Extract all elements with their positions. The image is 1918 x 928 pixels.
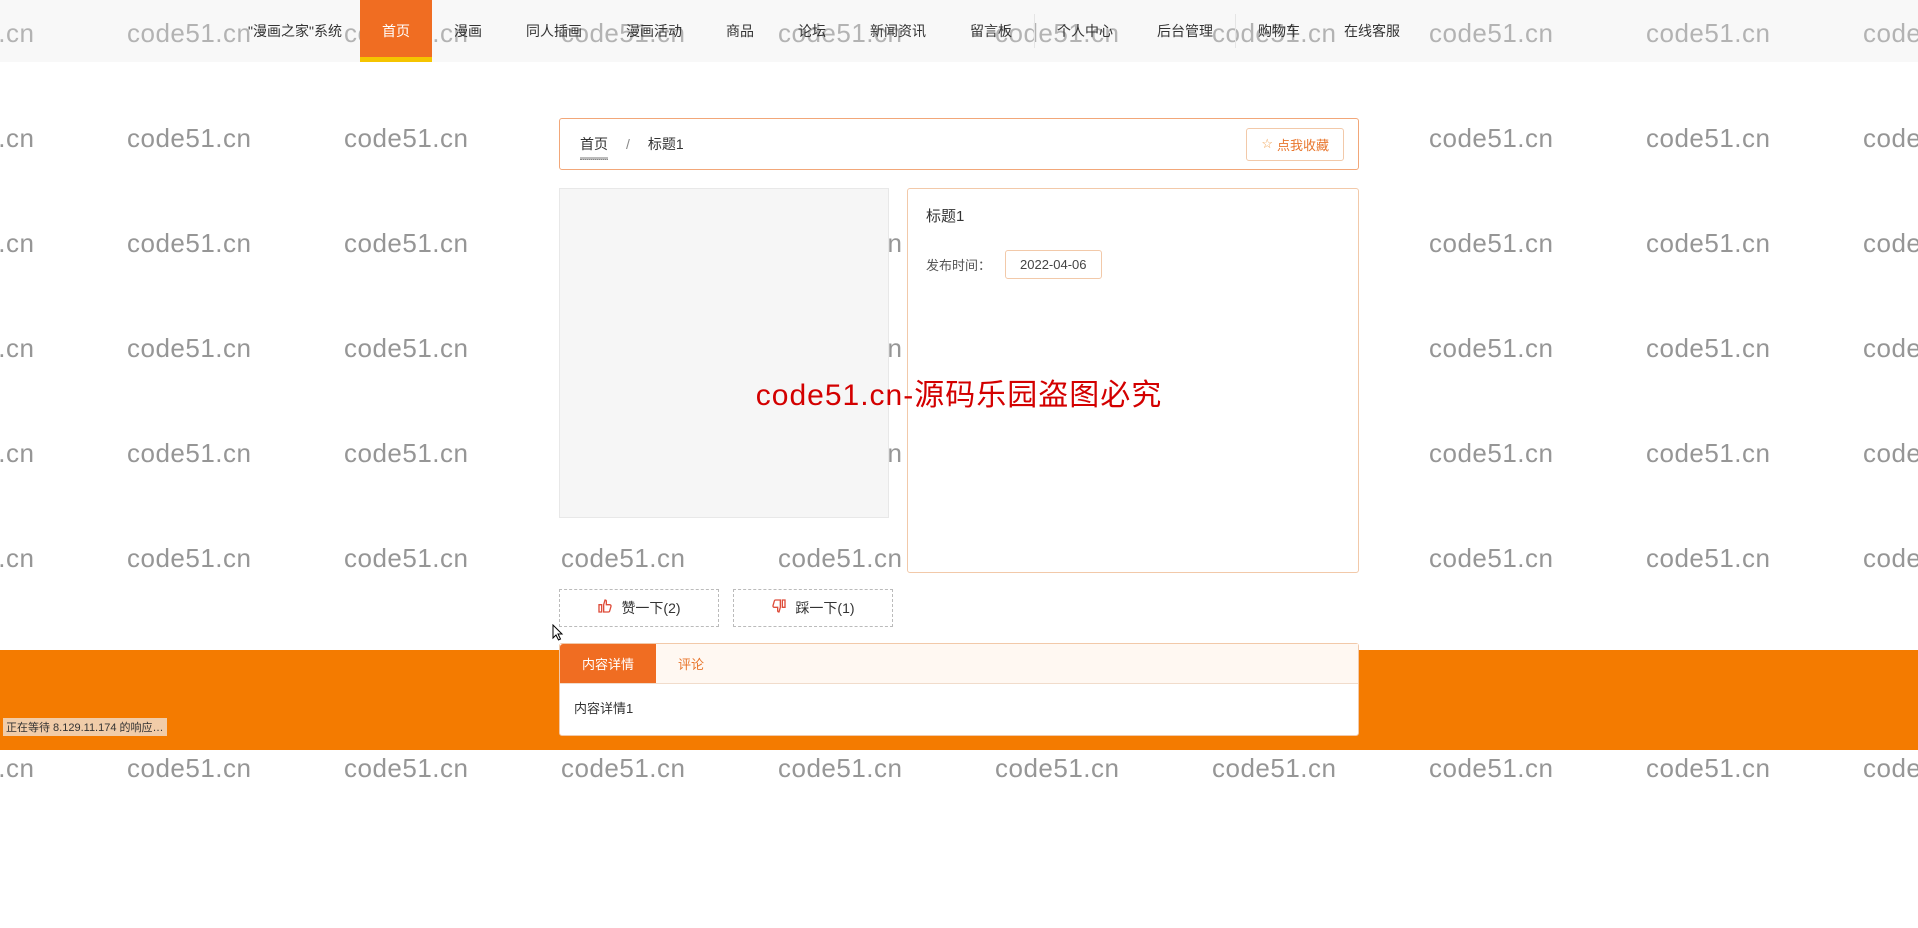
watermark-text: code51.cn <box>1646 333 1770 364</box>
watermark-text: code51.cn <box>344 438 468 469</box>
watermark-text: code51.cn <box>0 123 34 154</box>
watermark-text: code51.cn <box>0 438 34 469</box>
tab-content-detail[interactable]: 内容详情 <box>560 644 656 683</box>
watermark-text: code51.cn <box>127 123 251 154</box>
dislike-button[interactable]: 踩一下(1) <box>733 589 893 627</box>
nav-item-1[interactable]: 漫画 <box>432 0 504 62</box>
watermark-text: code51.cn <box>344 123 468 154</box>
watermark-text: code51.cn <box>0 543 34 574</box>
reaction-row: 赞一下(2) 踩一下(1) <box>559 589 1359 627</box>
cover-image-placeholder <box>559 188 889 518</box>
watermark-text: code51.cn <box>344 333 468 364</box>
watermark-text: code51.cn <box>1212 753 1336 784</box>
breadcrumb-bar: 首页 / 标题1 ☆ 点我收藏 <box>559 118 1359 170</box>
watermark-text: code51.cn <box>1863 228 1918 259</box>
watermark-text: code51.cn <box>1429 438 1553 469</box>
watermark-text: code51.cn <box>1646 228 1770 259</box>
publish-label: 发布时间： <box>926 255 991 274</box>
favorite-button[interactable]: ☆ 点我收藏 <box>1246 128 1344 161</box>
nav-item-7[interactable]: 留言板 <box>948 0 1034 62</box>
thumb-up-icon <box>597 598 613 618</box>
watermark-text: code51.cn <box>1646 543 1770 574</box>
nav-item-10[interactable]: 购物车 <box>1236 0 1322 62</box>
watermark-text: code51.cn <box>127 333 251 364</box>
watermark-text: code51.cn <box>778 753 902 784</box>
nav-item-9[interactable]: 后台管理 <box>1135 0 1235 62</box>
star-icon: ☆ <box>1261 136 1273 152</box>
watermark-text: code51.cn <box>0 753 34 784</box>
watermark-text: code51.cn <box>1863 123 1918 154</box>
watermark-text: code51.cn <box>344 753 468 784</box>
watermark-text: code51.cn <box>344 228 468 259</box>
nav-item-11[interactable]: 在线客服 <box>1322 0 1428 62</box>
detail-panel: 标题1 发布时间： 2022-04-06 <box>907 188 1359 573</box>
tab-body: 内容详情1 <box>560 684 1358 735</box>
nav-item-6[interactable]: 新闻资讯 <box>848 0 948 62</box>
watermark-text: code51.cn <box>561 753 685 784</box>
detail-row: 标题1 发布时间： 2022-04-06 <box>559 188 1359 573</box>
content-tab-panel: 内容详情 评论 内容详情1 <box>559 643 1359 736</box>
watermark-text: code51.cn <box>995 753 1119 784</box>
watermark-text: code51.cn <box>127 753 251 784</box>
top-nav: 首页漫画同人插画漫画活动商品论坛新闻资讯留言板个人中心后台管理购物车在线客服 <box>360 0 1428 62</box>
nav-item-4[interactable]: 商品 <box>704 0 776 62</box>
breadcrumb-home[interactable]: 首页 <box>580 134 608 154</box>
watermark-text: code51.cn <box>1429 543 1553 574</box>
breadcrumb-separator: / <box>626 136 630 152</box>
watermark-text: code51.cn <box>127 228 251 259</box>
favorite-label: 点我收藏 <box>1277 135 1329 154</box>
watermark-text: code51.cn <box>1429 753 1553 784</box>
watermark-text: code51.cn <box>1646 753 1770 784</box>
watermark-text: code51.cn <box>1429 333 1553 364</box>
breadcrumb: 首页 / 标题1 <box>580 134 684 154</box>
like-button[interactable]: 赞一下(2) <box>559 589 719 627</box>
nav-item-8[interactable]: 个人中心 <box>1035 0 1135 62</box>
thumb-down-icon <box>771 598 787 618</box>
main-content: 首页 / 标题1 ☆ 点我收藏 标题1 发布时间： 2022-04-06 赞一下… <box>559 118 1359 736</box>
dislike-label: 踩一下(1) <box>795 598 854 618</box>
watermark-text: code51.cn <box>0 228 34 259</box>
watermark-text: code51.cn <box>1863 543 1918 574</box>
watermark-text: code51.cn <box>1646 438 1770 469</box>
watermark-text: code51.cn <box>344 543 468 574</box>
watermark-text: code51.cn <box>1863 333 1918 364</box>
like-label: 赞一下(2) <box>621 598 680 618</box>
publish-meta: 发布时间： 2022-04-06 <box>926 250 1340 279</box>
watermark-text: code51.cn <box>1863 438 1918 469</box>
tab-header: 内容详情 评论 <box>560 644 1358 684</box>
watermark-text: code51.cn <box>1646 123 1770 154</box>
watermark-text: code51.cn <box>1863 753 1918 784</box>
nav-item-0[interactable]: 首页 <box>360 0 432 62</box>
browser-status-text: 正在等待 8.129.11.174 的响应… <box>3 718 167 736</box>
top-header: "漫画之家"系统 首页漫画同人插画漫画活动商品论坛新闻资讯留言板个人中心后台管理… <box>0 0 1918 62</box>
nav-item-3[interactable]: 漫画活动 <box>604 0 704 62</box>
nav-item-5[interactable]: 论坛 <box>776 0 848 62</box>
nav-item-2[interactable]: 同人插画 <box>504 0 604 62</box>
watermark-text: code51.cn <box>1429 123 1553 154</box>
watermark-text: code51.cn <box>1429 228 1553 259</box>
watermark-text: code51.cn <box>127 438 251 469</box>
watermark-text: code51.cn <box>127 543 251 574</box>
brand-text: "漫画之家"系统 <box>230 0 360 62</box>
tab-comments[interactable]: 评论 <box>656 644 726 683</box>
publish-date: 2022-04-06 <box>1005 250 1102 279</box>
detail-title: 标题1 <box>926 205 1340 226</box>
breadcrumb-current: 标题1 <box>648 134 684 154</box>
watermark-text: code51.cn <box>0 333 34 364</box>
